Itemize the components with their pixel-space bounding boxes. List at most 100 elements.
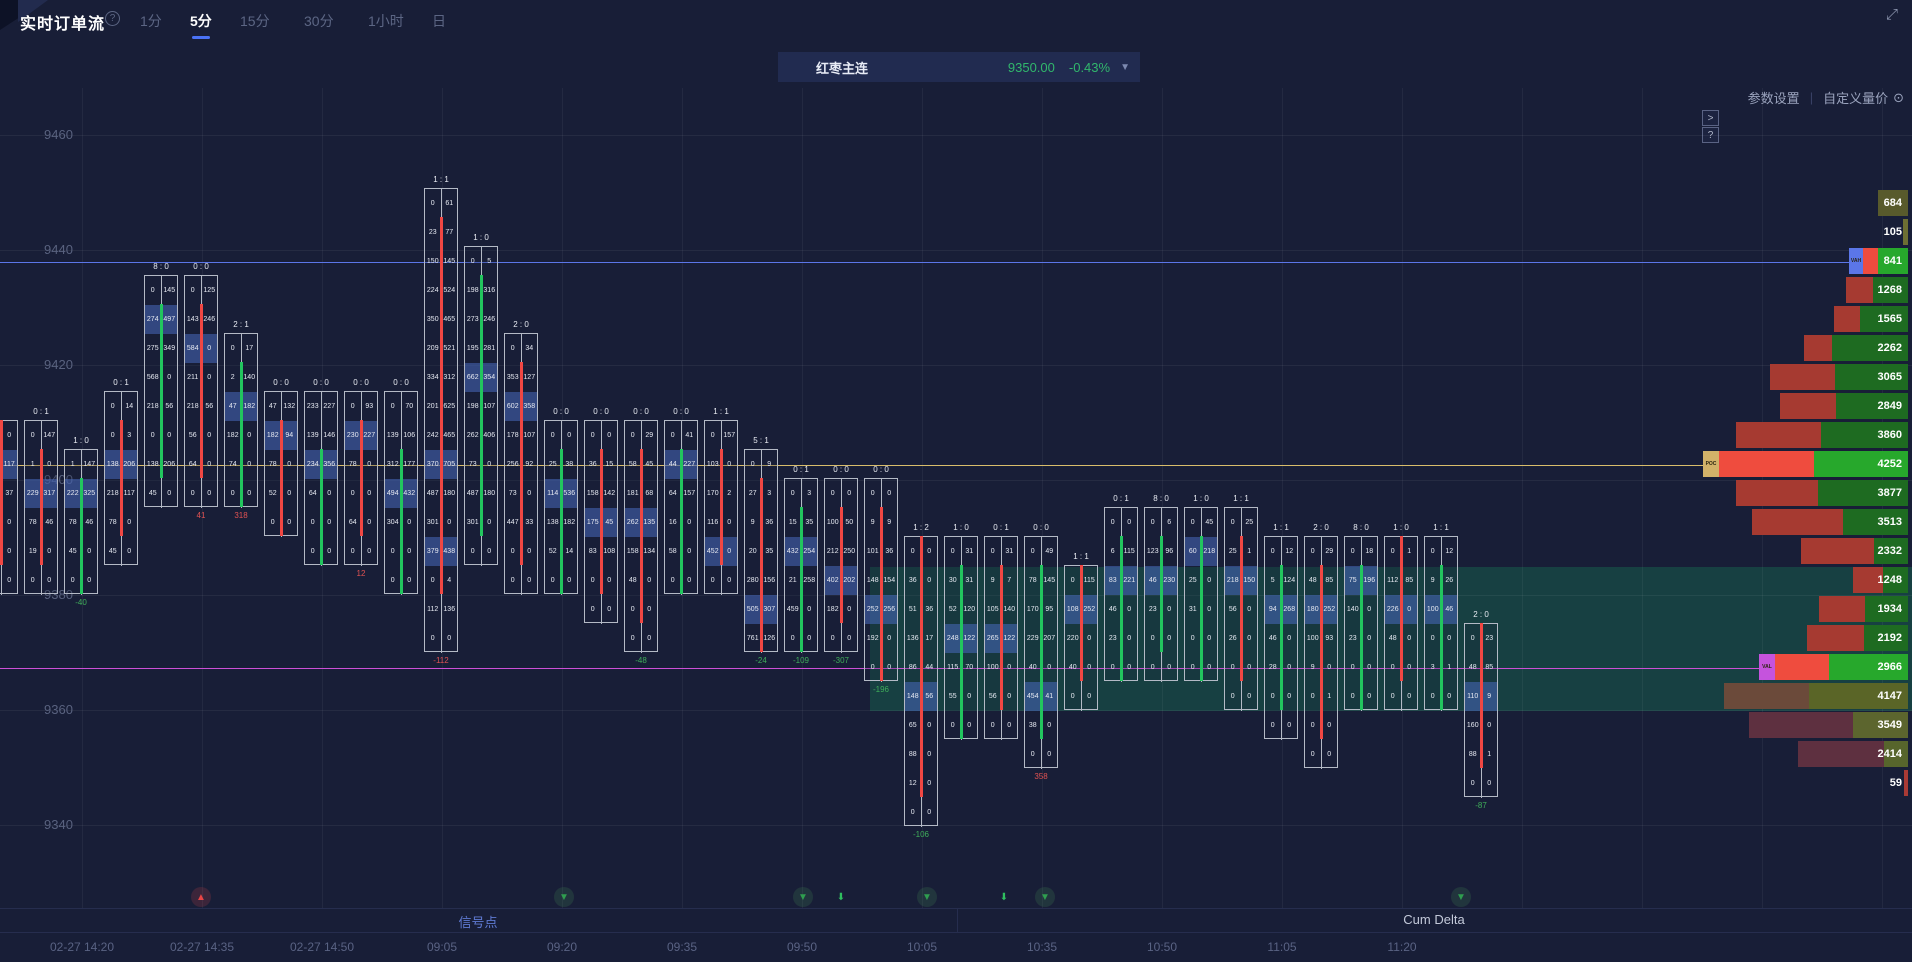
time-axis-label: 02-27 14:50 [290,940,354,954]
volume-profile-value: 105 [1884,219,1902,245]
price-axis-label: 9340 [44,817,73,832]
volume-profile-segment [1807,625,1864,651]
volume-profile-value: 2849 [1878,393,1902,419]
instrument-name: 红枣主连 [816,58,868,77]
sell-signal-icon: ▼ [917,887,937,907]
volume-profile-segment [1752,509,1843,535]
time-axis-label: 09:35 [667,940,697,954]
expand-icon[interactable]: ⤢ [1886,6,1898,23]
volume-profile-value: 3065 [1878,364,1902,390]
sell-signal-icon: ⬇ [994,887,1014,907]
sell-signal-icon: ▼ [1035,887,1055,907]
footprint-cell: 00 [905,798,937,827]
volume-profile-row: 3877 [0,480,1912,506]
sell-signal-icon: ⬇ [831,887,851,907]
volume-profile-value: 1934 [1878,596,1902,622]
time-axis-label: 09:50 [787,940,817,954]
volume-profile-row: 1934 [0,596,1912,622]
volume-profile-segment [1775,654,1829,680]
tab-30分[interactable]: 30分 [304,11,334,31]
volume-profile-value: 2332 [1878,538,1902,564]
chevron-down-icon: ▼ [1120,62,1130,73]
volume-profile-value: 2262 [1878,335,1902,361]
volume-profile-value: 3877 [1878,480,1902,506]
price-axis-label: 9460 [44,127,73,142]
volume-profile-value: 1268 [1878,277,1902,303]
time-axis-label: 09:05 [427,940,457,954]
time-axis-label: 02-27 14:20 [50,940,114,954]
panel-divider-vertical [957,908,958,932]
volume-profile-marker-poc: POC [1703,451,1719,477]
volume-profile-row: POC 4252 [0,451,1912,477]
orderflow-app: 实时订单流 ? 1分 5分 15分 30分 1小时 日 ⤢ 红枣主连 9350.00 -0… [0,0,1912,962]
signal-panel-label[interactable]: 信号点 [458,912,497,931]
time-axis-label: 10:50 [1147,940,1177,954]
volume-profile-value: 3860 [1878,422,1902,448]
volume-profile-row: 2414 [0,741,1912,767]
volume-profile-segment [1846,277,1873,303]
volume-profile-segment [1780,393,1836,419]
volume-profile-segment [1770,364,1835,390]
volume-profile-value: 684 [1884,190,1902,216]
time-axis-label: 11:20 [1387,940,1416,954]
volume-profile-segment [1749,712,1853,738]
page-title: 实时订单流 [20,10,105,34]
volume-profile-row: 59 [0,770,1912,796]
imbalance-ratio-label: 1 : 1 [433,175,449,184]
volume-profile-value: 4252 [1878,451,1902,477]
tab-1分[interactable]: 1分 [140,11,162,31]
instrument-selector[interactable]: 红枣主连 9350.00 -0.43% ▼ [778,52,1140,82]
horizontal-gridline [0,135,1912,136]
horizontal-gridline [0,825,1912,826]
buy-signal-icon: ▲ [191,887,211,907]
volume-profile-row: 3549 [0,712,1912,738]
volume-profile-segment [1834,306,1860,332]
volume-profile-segment [1719,451,1814,477]
candle-delta-label: -106 [913,830,929,839]
volume-profile-marker-vah: VAH [1849,248,1863,274]
time-axis-label: 09:20 [547,940,577,954]
cum-delta-panel-label[interactable]: Cum Delta [1403,912,1464,927]
volume-profile-value: 2966 [1878,654,1902,680]
volume-profile-segment [1801,538,1874,564]
volume-profile-row: VAL 2966 [0,654,1912,680]
volume-profile-row: 2332 [0,538,1912,564]
volume-profile-segment [1863,248,1878,274]
time-axis-label: 02-27 14:35 [170,940,234,954]
volume-profile-row: 1565 [0,306,1912,332]
tab-15分[interactable]: 15分 [240,11,270,31]
volume-profile-row: VAH 841 [0,248,1912,274]
volume-profile-value: 2414 [1878,741,1902,767]
volume-profile-row: 3513 [0,509,1912,535]
time-axis-label: 10:05 [907,940,937,954]
volume-profile-marker-val: VAL [1759,654,1775,680]
sell-signal-icon: ▼ [793,887,813,907]
tab-日[interactable]: 日 [432,11,446,31]
volume-profile-segment [1798,741,1884,767]
volume-profile-value: 3549 [1878,712,1902,738]
volume-profile-value: 4147 [1878,683,1902,709]
volume-profile-row: 1268 [0,277,1912,303]
panel-divider-bottom [0,932,1912,933]
volume-profile-value: 3513 [1878,509,1902,535]
instrument-price: 9350.00 [1008,60,1055,75]
tab-1小时[interactable]: 1小时 [368,11,404,31]
volume-profile-segment [1904,770,1908,796]
volume-profile-segment [1804,335,1832,361]
instrument-change: -0.43% [1069,60,1110,75]
volume-profile-value: 1248 [1878,567,1902,593]
volume-profile-row: 105 [0,219,1912,245]
candle-delta-label: -87 [1475,801,1487,810]
volume-profile-row: 2849 [0,393,1912,419]
volume-profile-segment [1819,596,1865,622]
sell-signal-icon: ▼ [1451,887,1471,907]
time-axis-label: 10:35 [1027,940,1057,954]
tab-5分[interactable]: 5分 [190,11,212,31]
volume-profile-row: 1248 [0,567,1912,593]
volume-profile-segment [1724,683,1809,709]
footprint-chart[interactable]: 9460944094209400938093609340460105117224… [0,88,1912,908]
help-icon[interactable]: ? [105,11,120,26]
volume-profile-value: 841 [1884,248,1902,274]
volume-profile-value: 59 [1890,770,1902,796]
volume-profile-row: 684 [0,190,1912,216]
